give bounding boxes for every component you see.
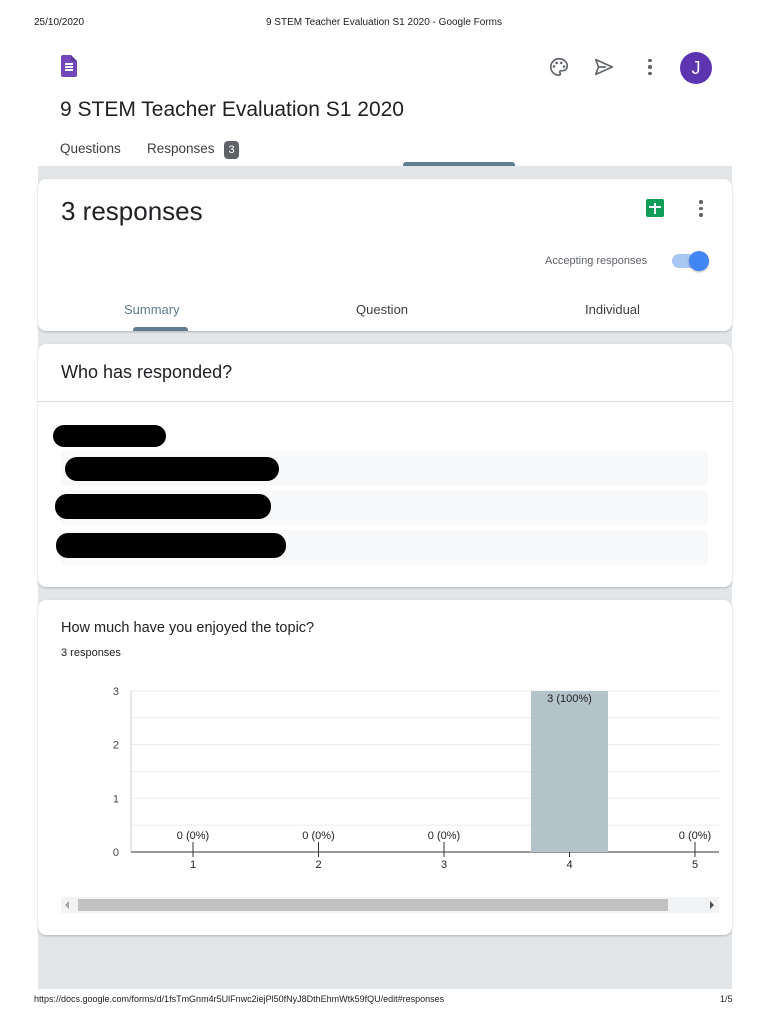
x-tick-label: 2: [315, 859, 321, 871]
x-tick-label: 1: [190, 859, 196, 871]
data-label: 0 (0%): [177, 830, 209, 842]
x-tick-label: 4: [566, 859, 572, 871]
print-page-number: 1/5: [720, 994, 733, 1004]
scrollbar-thumb[interactable]: [78, 899, 668, 911]
x-tick-label: 3: [441, 859, 447, 871]
y-tick-label: 3: [113, 686, 119, 698]
y-tick-label: 2: [113, 740, 119, 752]
bar-chart: 0 1 2 3 1 0 (0%) 2 0 (0%) 3 0 (0%) 4 3 (100%) 5 0 (0%…: [113, 686, 719, 871]
data-label: 0 (0%): [302, 830, 334, 842]
bar: [531, 691, 608, 852]
data-label: 0 (0%): [679, 830, 711, 842]
y-tick-label: 0: [113, 847, 119, 859]
scroll-left-icon[interactable]: [65, 901, 69, 909]
print-url: https://docs.google.com/forms/d/1fsTmGnm…: [34, 994, 445, 1004]
data-label: 3 (100%): [547, 693, 592, 705]
scroll-right-icon[interactable]: [710, 901, 714, 909]
data-label: 0 (0%): [428, 830, 460, 842]
x-tick-label: 5: [692, 859, 698, 871]
y-tick-label: 1: [113, 793, 119, 805]
